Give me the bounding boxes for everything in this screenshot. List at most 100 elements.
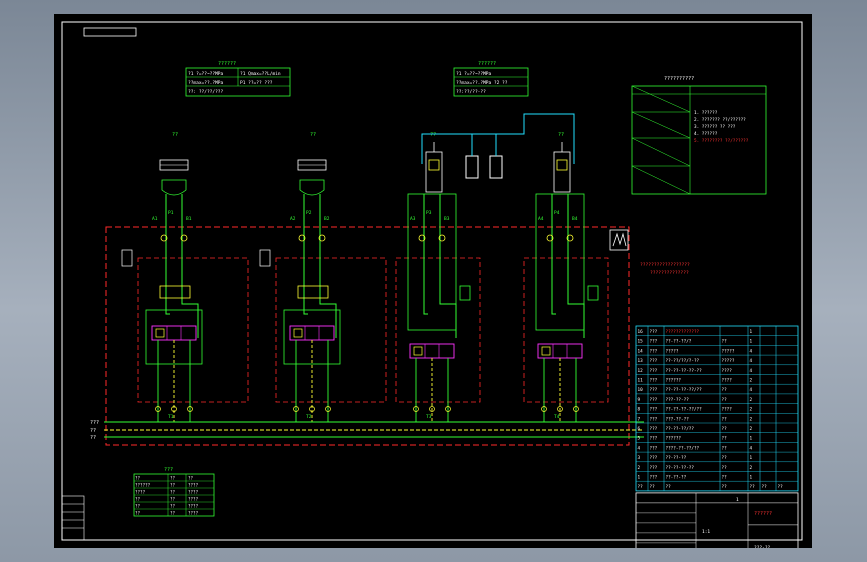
- return-line: [181, 194, 199, 338]
- bom-cell: ?????: [722, 348, 735, 354]
- return-line: [439, 194, 457, 338]
- bom-cell: ???: [650, 445, 658, 451]
- note-3: 3. ?????? ?? ???: [694, 124, 736, 130]
- bom-cell: 8: [638, 407, 641, 413]
- bom-cell: ???: [650, 348, 658, 354]
- bom-cell: ????-??-??/??: [666, 445, 700, 451]
- note-5: 5. ???????? ??/??????: [694, 138, 749, 144]
- small-table-cell: ????: [188, 497, 199, 502]
- bom-cell: 4: [750, 387, 753, 393]
- bom-cell: ???: [650, 378, 658, 384]
- param-mid-r1: ?1 ?=??~??MPa: [456, 71, 492, 77]
- cylinder-body: [425, 151, 443, 193]
- port-label-a: A2: [290, 216, 296, 222]
- hydraulic-schematic: ?? A1 B1 T1 P1?? A2 B2 T2 P2?? A3 B3 T3 P3?? A4 B4 T4 P4…: [61, 21, 803, 548]
- pressure-valve: [159, 285, 191, 299]
- bom-cell: ??-??-??: [666, 455, 687, 461]
- bom-header-cell: ??: [778, 484, 784, 490]
- unit-dashed-box: [137, 257, 249, 403]
- note-4: 4. ??????: [694, 131, 718, 137]
- bus-label-3: ??: [90, 435, 96, 441]
- bom-cell: 4: [750, 348, 753, 354]
- valve-solenoid: [413, 346, 423, 356]
- bom-cell: 11: [638, 378, 644, 384]
- filter: [587, 285, 599, 301]
- bom-cell: 14: [638, 348, 644, 354]
- note-2: 2. ??????? ??/??????: [694, 117, 746, 123]
- actuator-body: [299, 179, 325, 196]
- small-table-title: ???: [164, 467, 173, 473]
- bom-cell: ??-??-??-??/??: [666, 407, 703, 413]
- bom-cell: ???: [650, 387, 658, 393]
- bom-cell: 9: [638, 397, 641, 403]
- port-label-a: A3: [410, 216, 416, 222]
- small-table-cell: ??: [170, 511, 176, 516]
- bom-cell: ???: [650, 416, 658, 422]
- port-label-bottom: T4: [554, 414, 560, 420]
- notes-box: ?????????? 1. ?????? 2. ??????? ??/?????…: [631, 76, 767, 195]
- return-line: [319, 194, 337, 338]
- directional-valve: [409, 343, 455, 359]
- bom-cell: ??-??-??/??: [666, 426, 695, 432]
- pressure-valve: [297, 285, 329, 299]
- param-left-r2c1: ??max=??.?MPa: [188, 80, 224, 86]
- bom-cell: ???: [650, 339, 658, 345]
- small-table-cell: ??: [188, 476, 194, 481]
- drawing-code: ???-??: [754, 545, 771, 548]
- bom-header-cell: ??: [650, 484, 656, 490]
- note-1: 1. ??????: [694, 110, 718, 116]
- red-note-line-2: ??????????????: [650, 270, 689, 276]
- bom-cell: 13: [638, 358, 644, 364]
- port-label-top: P1: [168, 210, 174, 216]
- bom-cell: 5: [638, 436, 641, 442]
- port-label-top: P4: [554, 210, 560, 216]
- small-table-cell: ??: [135, 504, 141, 509]
- port-label-b: B1: [186, 216, 192, 222]
- bom-cell: 1: [750, 436, 753, 442]
- port-label-a: A1: [152, 216, 158, 222]
- small-table-cell: ??: [135, 476, 141, 481]
- bom-cell: ??????: [666, 378, 682, 384]
- bom-cell: ??: [722, 465, 728, 471]
- bom-cell: 10: [638, 387, 644, 393]
- bom-cell: ??-??-??: [666, 475, 687, 481]
- bom-cell: ????: [722, 378, 733, 384]
- bom-cell: ??-??-??-??: [666, 465, 695, 471]
- drawing-sheet: ?? A1 B1 T1 P1?? A2 B2 T2 P2?? A3 B3 T3 P3?? A4 B4 T4 P4…: [54, 14, 812, 548]
- supply-bus: ??? ?? ??: [90, 420, 644, 441]
- bom-cell: 1: [750, 455, 753, 461]
- port-label-b: B4: [572, 216, 578, 222]
- bom-cell: ?????: [722, 358, 735, 364]
- bom-frame: [635, 325, 799, 492]
- small-table-cell: ??????: [135, 483, 151, 488]
- bom-cell: 2: [750, 397, 753, 403]
- upper-piping: [421, 113, 575, 179]
- small-table-cell: ??: [170, 476, 176, 481]
- unit-title: ??: [430, 132, 436, 138]
- bom-cell: ??: [722, 426, 728, 432]
- port-label-top: P2: [306, 210, 312, 216]
- actuator-body: [161, 179, 187, 196]
- bom-cell: ???: [650, 329, 658, 335]
- bom-cell: 2: [750, 465, 753, 471]
- valve-solenoid: [293, 328, 303, 338]
- drawing-name: ??????: [754, 511, 772, 517]
- bom-cell: ????: [722, 368, 733, 374]
- small-table-cell: ????: [188, 504, 199, 509]
- bom-header-cell: ??: [666, 484, 672, 490]
- bom-cell: ??: [722, 436, 728, 442]
- return-line: [567, 194, 585, 338]
- bom-cell: 12: [638, 368, 644, 374]
- bom-cell: ????: [722, 407, 733, 413]
- bom-cell: ??: [722, 475, 728, 481]
- port-label-a: A4: [538, 216, 544, 222]
- left-margin-stamps: [61, 495, 85, 541]
- bom-cell: ???: [650, 475, 658, 481]
- bom-header-cell: ??: [762, 484, 768, 490]
- small-table-cell: ??: [170, 504, 176, 509]
- main-dashed-enclosure: [105, 226, 630, 446]
- param-left-r1c2: ?1 Qmax=??L/min: [240, 71, 281, 77]
- bom-cell: ?????: [666, 348, 679, 354]
- bom-cell: ??-??-??-??-??: [666, 368, 703, 374]
- param-left-title: ??????: [218, 61, 236, 67]
